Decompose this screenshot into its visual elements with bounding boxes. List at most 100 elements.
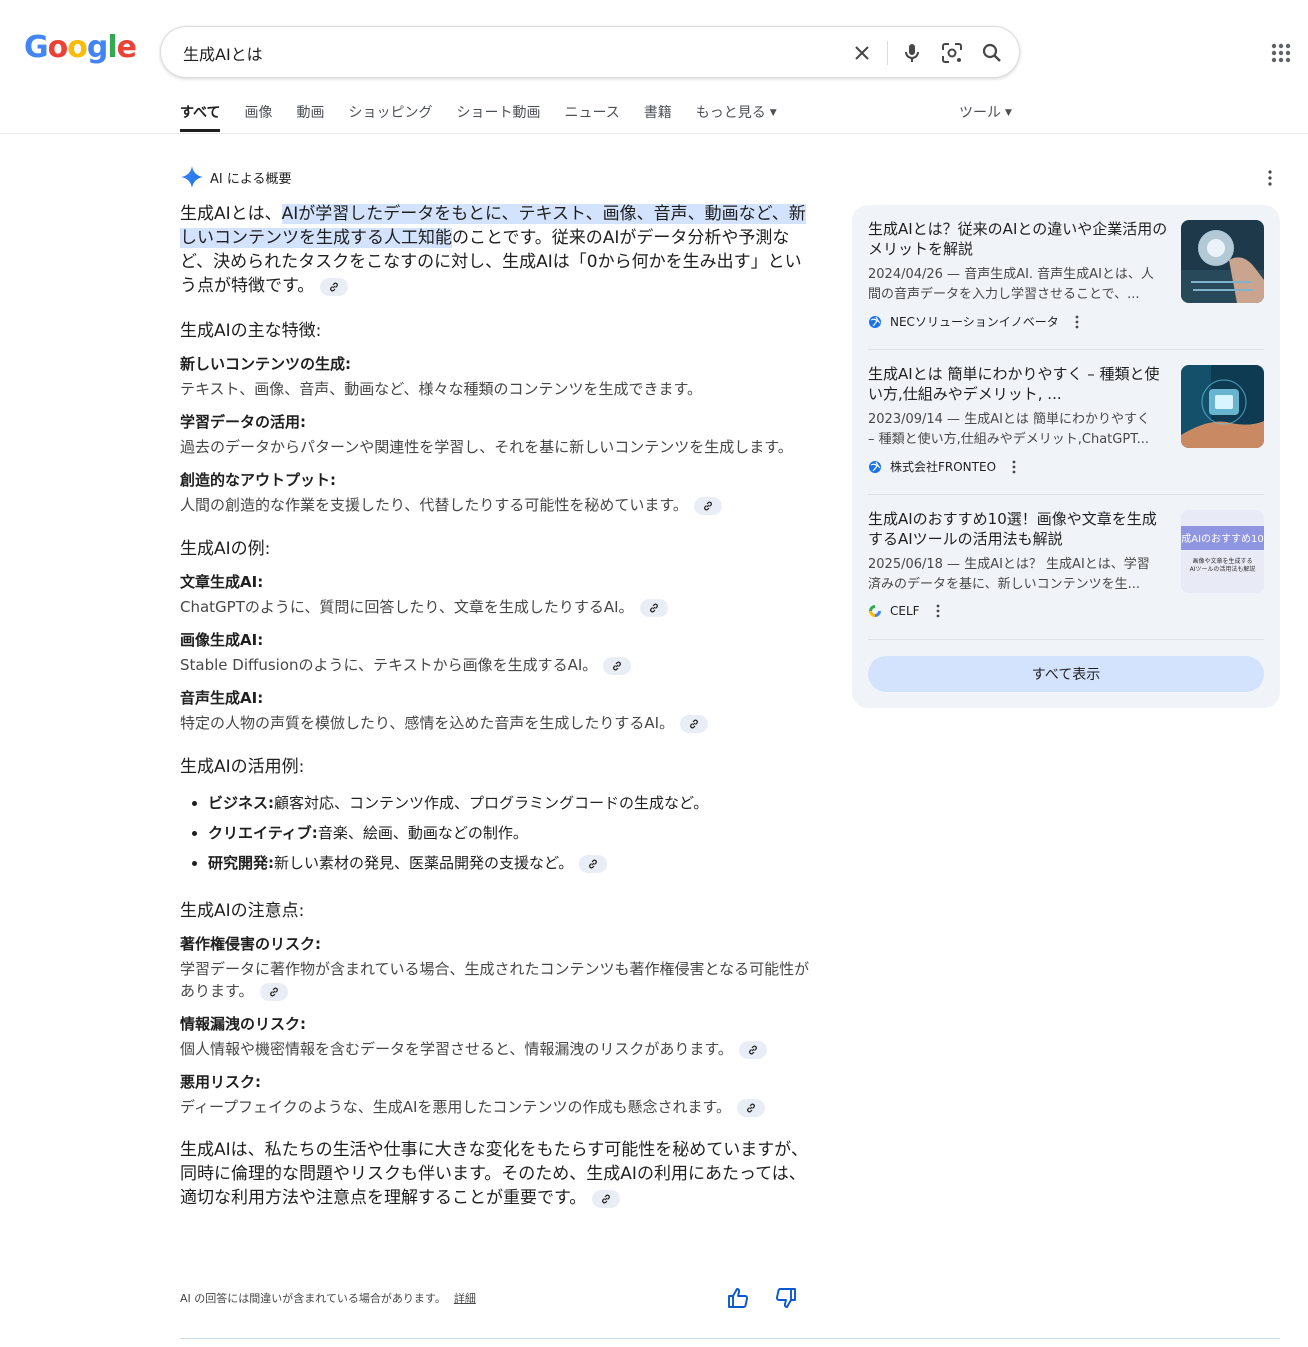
example-title: 文章生成AI: xyxy=(180,573,264,591)
google-apps-icon[interactable] xyxy=(1268,40,1294,66)
feature-title: 新しいコンテンツの生成: xyxy=(180,355,351,373)
more-options-icon[interactable] xyxy=(930,603,946,619)
feature-title: 創造的なアウトプット: xyxy=(180,471,336,489)
citation-link-icon[interactable] xyxy=(693,497,722,515)
globe-icon xyxy=(869,460,881,473)
example-text: Stable Diffusionのように、テキストから画像を生成するAI。 xyxy=(180,654,810,676)
ai-overview-title: AI による概要 xyxy=(210,171,292,187)
caution-text: 個人情報や機密情報を含むデータを学習させると、情報漏洩のリスクがあります。 xyxy=(180,1038,810,1060)
citation-link-icon[interactable] xyxy=(603,657,632,675)
source-card-title[interactable]: 生成AIのおすすめ10選！画像や文章を生成するAIツールの活用法も解説 xyxy=(868,509,1168,549)
source-card-title[interactable]: 生成AIとは？従来のAIとの違いや企業活用のメリットを解説 xyxy=(868,219,1168,259)
thumbnail-text: 成AIのおすすめ10 xyxy=(1181,534,1264,545)
celf-logo-icon xyxy=(869,605,881,617)
source-thumbnail[interactable] xyxy=(1181,365,1264,448)
tab-shopping[interactable]: ショッピング xyxy=(348,102,432,132)
search-box xyxy=(160,26,1020,78)
source-card-snippet: 2024/04/26 — 音声生成AI. 音声生成AIとは、人 間の音声データを… xyxy=(868,267,1154,302)
caution-title: 著作権侵害のリスク: xyxy=(180,935,321,953)
ai-lead-paragraph: 生成AIとは、AIが学習したデータをもとに、テキスト、画像、音声、動画など、新し… xyxy=(180,202,810,298)
source-name: NECソリューションイノベータ xyxy=(890,315,1059,329)
tab-videos[interactable]: 動画 xyxy=(296,102,324,132)
source-card[interactable]: 生成AIのおすすめ10選！画像や文章を生成するAIツールの活用法も解説 2025… xyxy=(868,495,1264,625)
tab-all[interactable]: すべて xyxy=(180,102,221,132)
header-divider xyxy=(0,133,1308,134)
logo-letter: g xyxy=(86,30,109,65)
citation-link-icon[interactable] xyxy=(579,855,608,873)
features-heading: 生成AIの主な特徴: xyxy=(180,321,322,341)
tools-button[interactable]: ツール ▼ xyxy=(959,102,1012,122)
caution-title: 情報漏洩のリスク: xyxy=(180,1015,306,1033)
logo-letter: l xyxy=(107,30,117,65)
closing-paragraph: 生成AIは、私たちの生活や仕事に大きな変化をもたらす可能性を秘めていますが、同時… xyxy=(180,1140,808,1208)
source-thumbnail[interactable]: 成AIのおすすめ10 画像や文章を生成する AIツールの活用法も解説 xyxy=(1181,510,1264,593)
lead-prefix: 生成AIとは、 xyxy=(180,204,282,224)
more-options-icon[interactable] xyxy=(1069,314,1085,330)
source-card[interactable]: 生成AIとは？従来のAIとの違いや企業活用のメリットを解説 2024/04/26… xyxy=(868,205,1264,335)
source-card-title[interactable]: 生成AIとは 簡単にわかりやすく – 種類と使い方,仕組みやデメリット, ... xyxy=(868,364,1168,404)
cautions-heading: 生成AIの注意点: xyxy=(180,901,305,921)
ai-overview-content: 生成AIとは、AIが学習したデータをもとに、テキスト、画像、音声、動画など、新し… xyxy=(180,202,810,1210)
thumbnail-text: AIツールの活用法も解説 xyxy=(1189,566,1256,573)
ai-disclaimer: AI の回答には間違いが含まれている場合があります。 詳細 xyxy=(180,1290,476,1306)
logo-letter: e xyxy=(116,30,137,65)
logo-letter: G xyxy=(24,30,49,65)
citation-link-icon[interactable] xyxy=(736,1099,765,1117)
citation-link-icon[interactable] xyxy=(738,1041,767,1059)
examples-heading: 生成AIの例: xyxy=(180,539,271,559)
caret-down-icon: ▼ xyxy=(769,108,777,118)
google-logo[interactable]: Google xyxy=(24,30,137,65)
tab-images[interactable]: 画像 xyxy=(244,102,272,132)
example-text: 特定の人物の声質を模倣したり、感情を込めた音声を生成したりするAI。 xyxy=(180,712,810,734)
caution-text: ディープフェイクのような、生成AIを悪用したコンテンツの作成も懸念されます。 xyxy=(180,1096,810,1118)
citation-link-icon[interactable] xyxy=(259,983,288,1001)
example-title: 画像生成AI: xyxy=(180,631,264,649)
more-options-icon[interactable] xyxy=(1260,168,1280,188)
citation-link-icon[interactable] xyxy=(592,1190,621,1208)
gemini-sparkle-icon xyxy=(181,166,203,188)
microphone-icon[interactable] xyxy=(899,40,925,66)
ai-overview-header: AI による概要 xyxy=(180,165,291,189)
search-icon[interactable] xyxy=(979,40,1005,66)
show-all-button[interactable]: すべて表示 xyxy=(868,656,1264,692)
feature-text: 人間の創造的な作業を支援したり、代替したりする可能性を秘めています。 xyxy=(180,494,810,516)
more-options-icon[interactable] xyxy=(1006,459,1022,475)
tab-more[interactable]: もっと見る ▼ xyxy=(696,102,777,132)
google-lens-icon[interactable] xyxy=(939,40,965,66)
list-item: クリエイティブ:音楽、絵画、動画などの制作。 xyxy=(208,818,810,848)
thumbs-down-icon[interactable] xyxy=(774,1286,798,1310)
feature-text: テキスト、画像、音声、動画など、様々な種類のコンテンツを生成できます。 xyxy=(180,380,703,398)
globe-icon xyxy=(869,315,881,328)
caution-text: 学習データに著作物が含まれている場合、生成されたコンテンツも著作権侵害となる可能… xyxy=(180,960,810,1001)
source-card-snippet: 2023/09/14 — 生成AIとは 簡単にわかりやすく – 種類と使い方,仕… xyxy=(868,412,1151,447)
tab-short-videos[interactable]: ショート動画 xyxy=(456,102,540,132)
caution-title: 悪用リスク: xyxy=(180,1073,261,1091)
learn-more-link[interactable]: 詳細 xyxy=(454,1292,476,1305)
search-input[interactable] xyxy=(181,39,821,67)
sources-panel: 生成AIとは？従来のAIとの違いや企業活用のメリットを解説 2024/04/26… xyxy=(852,205,1280,708)
tab-books[interactable]: 書籍 xyxy=(644,102,672,132)
source-card[interactable]: 生成AIとは 簡単にわかりやすく – 種類と使い方,仕組みやデメリット, ...… xyxy=(868,350,1264,480)
tab-news[interactable]: ニュース xyxy=(564,102,619,132)
logo-letter: o xyxy=(67,30,88,65)
source-thumbnail[interactable] xyxy=(1181,220,1264,303)
disclaimer-text: AI の回答には間違いが含まれている場合があります。 xyxy=(180,1292,446,1305)
source-card-site: 株式会社FRONTEO xyxy=(868,458,1022,475)
example-title: 音声生成AI: xyxy=(180,689,264,707)
thumbs-up-icon[interactable] xyxy=(726,1286,750,1310)
list-item: ビジネス:顧客対応、コンテンツ作成、プログラミングコードの生成など。 xyxy=(208,788,810,818)
search-divider xyxy=(887,41,888,65)
citation-link-icon[interactable] xyxy=(639,599,668,617)
source-card-site: NECソリューションイノベータ xyxy=(868,313,1085,330)
feature-text: 過去のデータからパターンや関連性を学習し、それを基に新しいコンテンツを生成します… xyxy=(180,438,793,456)
bottom-divider xyxy=(180,1338,1280,1339)
source-name: 株式会社FRONTEO xyxy=(890,460,997,474)
caret-down-icon: ▼ xyxy=(1005,108,1012,118)
citation-link-icon[interactable] xyxy=(680,715,709,733)
example-text: ChatGPTのように、質問に回答したり、文章を生成したりするAI。 xyxy=(180,596,810,618)
search-tabs: すべて 画像 動画 ショッピング ショート動画 ニュース 書籍 もっと見る ▼ xyxy=(180,102,801,132)
logo-letter: o xyxy=(47,30,69,65)
source-name: CELF xyxy=(890,604,920,618)
clear-icon[interactable] xyxy=(849,40,875,66)
citation-link-icon[interactable] xyxy=(320,278,349,296)
